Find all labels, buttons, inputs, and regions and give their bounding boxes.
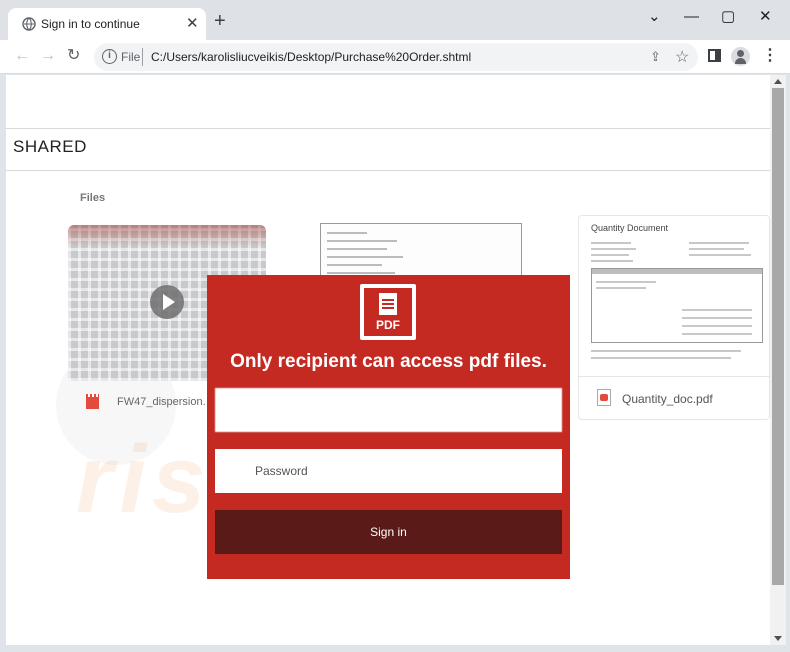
doc-text-line [327,264,382,266]
quantity-table-preview [591,268,763,343]
tab-search-icon[interactable]: ⌄ [648,8,661,26]
url-text[interactable]: C:/Users/karolisliucveikis/Desktop/Purch… [151,50,471,64]
minimize-button[interactable]: — [684,8,699,26]
close-tab-icon[interactable]: ✕ [186,16,199,31]
doc-text-line [596,287,646,289]
doc-text-line [327,232,367,234]
globe-icon [22,17,36,31]
forward-button[interactable]: → [40,46,56,66]
pdf-logo-text: PDF [376,318,400,332]
close-window-button[interactable]: ✕ [759,8,772,26]
doc-text-line [689,242,749,244]
password-field[interactable] [215,449,562,493]
address-bar[interactable]: i File C:/Users/karolisliucveikis/Deskto… [94,43,698,71]
files-label: Files [80,192,106,204]
quantity-doc-title: Quantity Document [591,223,669,233]
scroll-up-icon[interactable] [774,79,782,84]
section-divider [6,170,770,171]
page-scrollbar[interactable] [770,75,786,645]
browser-tab[interactable]: Sign in to continue ✕ [8,8,206,40]
doc-text-line [682,325,752,327]
doc-text-line [327,272,395,274]
menu-icon[interactable]: ⋮ [762,46,778,66]
maximize-button[interactable]: ▢ [721,8,735,26]
doc-text-line [327,256,403,258]
tab-title: Sign in to continue [41,17,140,31]
bookmark-star-icon[interactable]: ☆ [675,47,689,67]
play-icon[interactable] [150,285,184,319]
card-divider [579,376,770,377]
doc-text-line [682,309,752,311]
doc-text-line [591,242,631,244]
back-button[interactable]: ← [14,46,30,66]
scroll-thumb[interactable] [772,88,784,585]
modal-heading: Only recipient can access pdf files. [230,351,547,372]
url-separator [142,48,143,66]
quantity-file-card[interactable]: Quantity Document Quantity_doc.pdf [578,215,770,420]
video-file-icon [86,394,99,409]
browser-toolbar: ← → ↻ i File C:/Users/karolisliucveikis/… [0,40,790,74]
doc-text-line [591,357,731,359]
video-file-name[interactable]: FW47_dispersion. [117,396,206,408]
url-scheme: File [121,50,141,64]
doc-text-line [682,333,752,335]
pdf-logo-inner: PDF [364,288,412,336]
doc-text-line [689,254,751,256]
email-field[interactable] [215,388,562,432]
doc-text-line [596,281,656,283]
pdf-document-icon [379,293,397,315]
doc-text-line [591,260,633,262]
scroll-down-icon[interactable] [774,636,782,641]
title-bar: Sign in to continue ✕ + ⌄ — ▢ ✕ [0,0,790,40]
top-divider [6,128,770,129]
table-header-preview [592,269,762,274]
sign-in-button[interactable]: Sign in [215,510,562,554]
info-icon[interactable]: i [102,49,117,64]
doc-text-line [682,317,752,319]
pdf-logo: PDF [360,284,416,340]
doc-text-line [327,240,397,242]
doc-text-line [591,350,741,352]
page-content: SHARED Files risk.com FW47_dispersion. Q… [6,75,770,645]
doc-text-line [327,248,387,250]
section-title: SHARED [13,137,87,156]
login-modal: PDF Only recipient can access pdf files.… [207,275,570,579]
doc-text-line [591,254,629,256]
doc-text-line [689,248,744,250]
quantity-file-name[interactable]: Quantity_doc.pdf [622,392,713,406]
side-panel-icon[interactable] [708,49,721,62]
pdf-file-icon [597,389,611,406]
doc-text-line [591,248,636,250]
profile-avatar[interactable] [731,47,750,66]
reload-button[interactable]: ↻ [67,46,80,66]
share-icon[interactable]: ⇪ [650,49,661,65]
new-tab-button[interactable]: + [214,11,226,31]
